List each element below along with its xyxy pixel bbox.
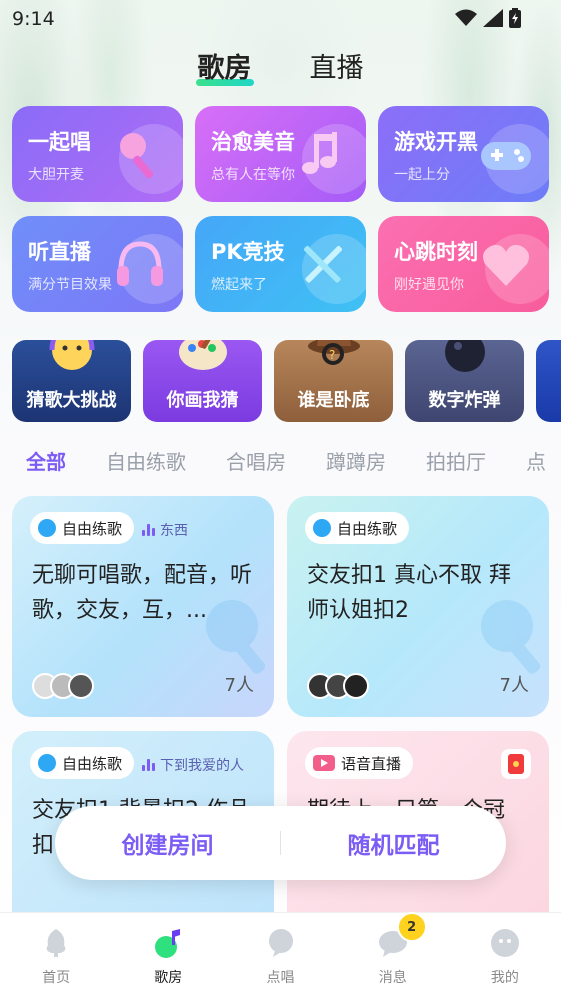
profile-icon: [490, 929, 519, 957]
nav-messages[interactable]: 2 消息: [337, 912, 449, 999]
wifi-icon: [455, 9, 477, 26]
feature-sing-together[interactable]: 一起唱 大胆开麦: [12, 106, 183, 202]
game-row: ? 猜歌大挑战 你画我猜 ? 谁是卧底 数字炸弹: [12, 340, 561, 422]
category-chorus[interactable]: 合唱房: [226, 446, 286, 482]
category-clap[interactable]: 拍拍厅: [426, 446, 486, 482]
game-more[interactable]: [536, 340, 561, 422]
svg-text:?: ?: [329, 348, 335, 362]
gamepad-icon: [481, 142, 531, 170]
status-time: 9:14: [12, 8, 55, 30]
search-icon: [38, 754, 56, 772]
feature-heartbeat[interactable]: 心跳时刻 刚好遇见你: [378, 216, 549, 312]
room-card[interactable]: 自由练歌 东西 无聊可唱歌，配音，听歌，交友，互，... 7人: [12, 496, 274, 717]
heart-icon: [483, 244, 529, 286]
search-icon: [313, 519, 331, 537]
floating-action-bar: 创建房间 随机匹配: [55, 806, 506, 880]
category-all[interactable]: 全部: [26, 446, 66, 482]
signal-icon: [483, 9, 503, 27]
category-squat[interactable]: 蹲蹲房: [326, 446, 386, 482]
room-tag: 自由练歌: [30, 512, 135, 544]
nav-home[interactable]: 首页: [0, 913, 112, 999]
bomb-icon: [444, 340, 485, 372]
microphone-watermark-icon: [481, 600, 541, 674]
bottom-nav: 首页 歌房 点唱 2 消息 我的: [0, 912, 561, 999]
member-count: 7人: [224, 675, 254, 696]
room-host: 东西: [142, 520, 188, 540]
tab-live[interactable]: 直播: [306, 44, 368, 88]
red-packet-icon[interactable]: [501, 749, 531, 779]
room-tag: 语音直播: [305, 747, 414, 779]
microphone-icon: [120, 133, 154, 179]
create-room-button[interactable]: 创建房间: [55, 826, 280, 860]
category-free-practice[interactable]: 自由练歌: [106, 446, 186, 482]
palette-icon: [178, 340, 227, 370]
member-avatars: [32, 673, 94, 699]
member-avatars: [307, 673, 369, 699]
nav-song-room[interactable]: 歌房: [112, 913, 224, 999]
microphone-watermark-icon: [206, 600, 266, 674]
crossed-swords-icon: [304, 246, 342, 283]
game-guess-song[interactable]: ? 猜歌大挑战: [12, 340, 131, 422]
play-icon: [313, 755, 335, 771]
headphones-icon: [117, 241, 163, 286]
audio-bars-icon: [142, 524, 155, 536]
category-more[interactable]: 点: [526, 446, 546, 482]
feature-gaming[interactable]: 游戏开黑 一起上分: [378, 106, 549, 202]
game-label: 你画我猜: [166, 390, 239, 411]
game-label: 谁是卧底: [297, 390, 370, 411]
member-count: 7人: [499, 675, 529, 696]
room-tag: 自由练歌: [30, 747, 135, 779]
game-label: 数字炸弹: [428, 390, 501, 411]
game-undercover[interactable]: ? 谁是卧底: [274, 340, 393, 422]
category-tabs: 全部 自由练歌 合唱房 蹲蹲房 拍拍厅 点: [26, 446, 561, 482]
guess-song-icon: ?: [49, 340, 94, 370]
mic-bubble-icon: [268, 929, 293, 957]
top-tabs: 歌房 直播: [0, 44, 561, 88]
room-card[interactable]: 自由练歌 交友扣1 真心不取 拜师认姐扣2 7人: [287, 496, 549, 717]
avatar: [343, 673, 369, 699]
search-icon: [38, 519, 56, 537]
game-label: 猜歌大挑战: [26, 390, 117, 411]
nav-profile[interactable]: 我的: [449, 913, 561, 999]
feature-pk[interactable]: PK竞技 燃起来了: [195, 216, 366, 312]
unread-badge: 2: [396, 912, 427, 942]
feature-grid: 一起唱 大胆开麦 治愈美音 总有人在等你 游戏开黑 一起上分 听直播 满分节目效…: [12, 106, 549, 312]
audio-bars-icon: [142, 759, 155, 771]
feature-listen-live[interactable]: 听直播 满分节目效果: [12, 216, 183, 312]
music-room-icon: [155, 929, 181, 958]
room-tag: 自由练歌: [305, 512, 410, 544]
battery-icon: [509, 8, 521, 28]
detective-hat-icon: ?: [307, 340, 360, 365]
tab-song-room[interactable]: 歌房: [194, 44, 256, 88]
avatar: [68, 673, 94, 699]
status-bar: 9:14: [0, 0, 561, 36]
random-match-button[interactable]: 随机匹配: [281, 826, 506, 860]
feature-healing-voice[interactable]: 治愈美音 总有人在等你: [195, 106, 366, 202]
music-note-icon: [302, 132, 337, 174]
game-number-bomb[interactable]: 数字炸弹: [405, 340, 524, 422]
room-host: 下到我爱的人: [142, 755, 244, 775]
nav-request-song[interactable]: 点唱: [224, 913, 336, 999]
game-draw-guess[interactable]: 你画我猜: [143, 340, 262, 422]
tree-icon: [46, 929, 66, 957]
